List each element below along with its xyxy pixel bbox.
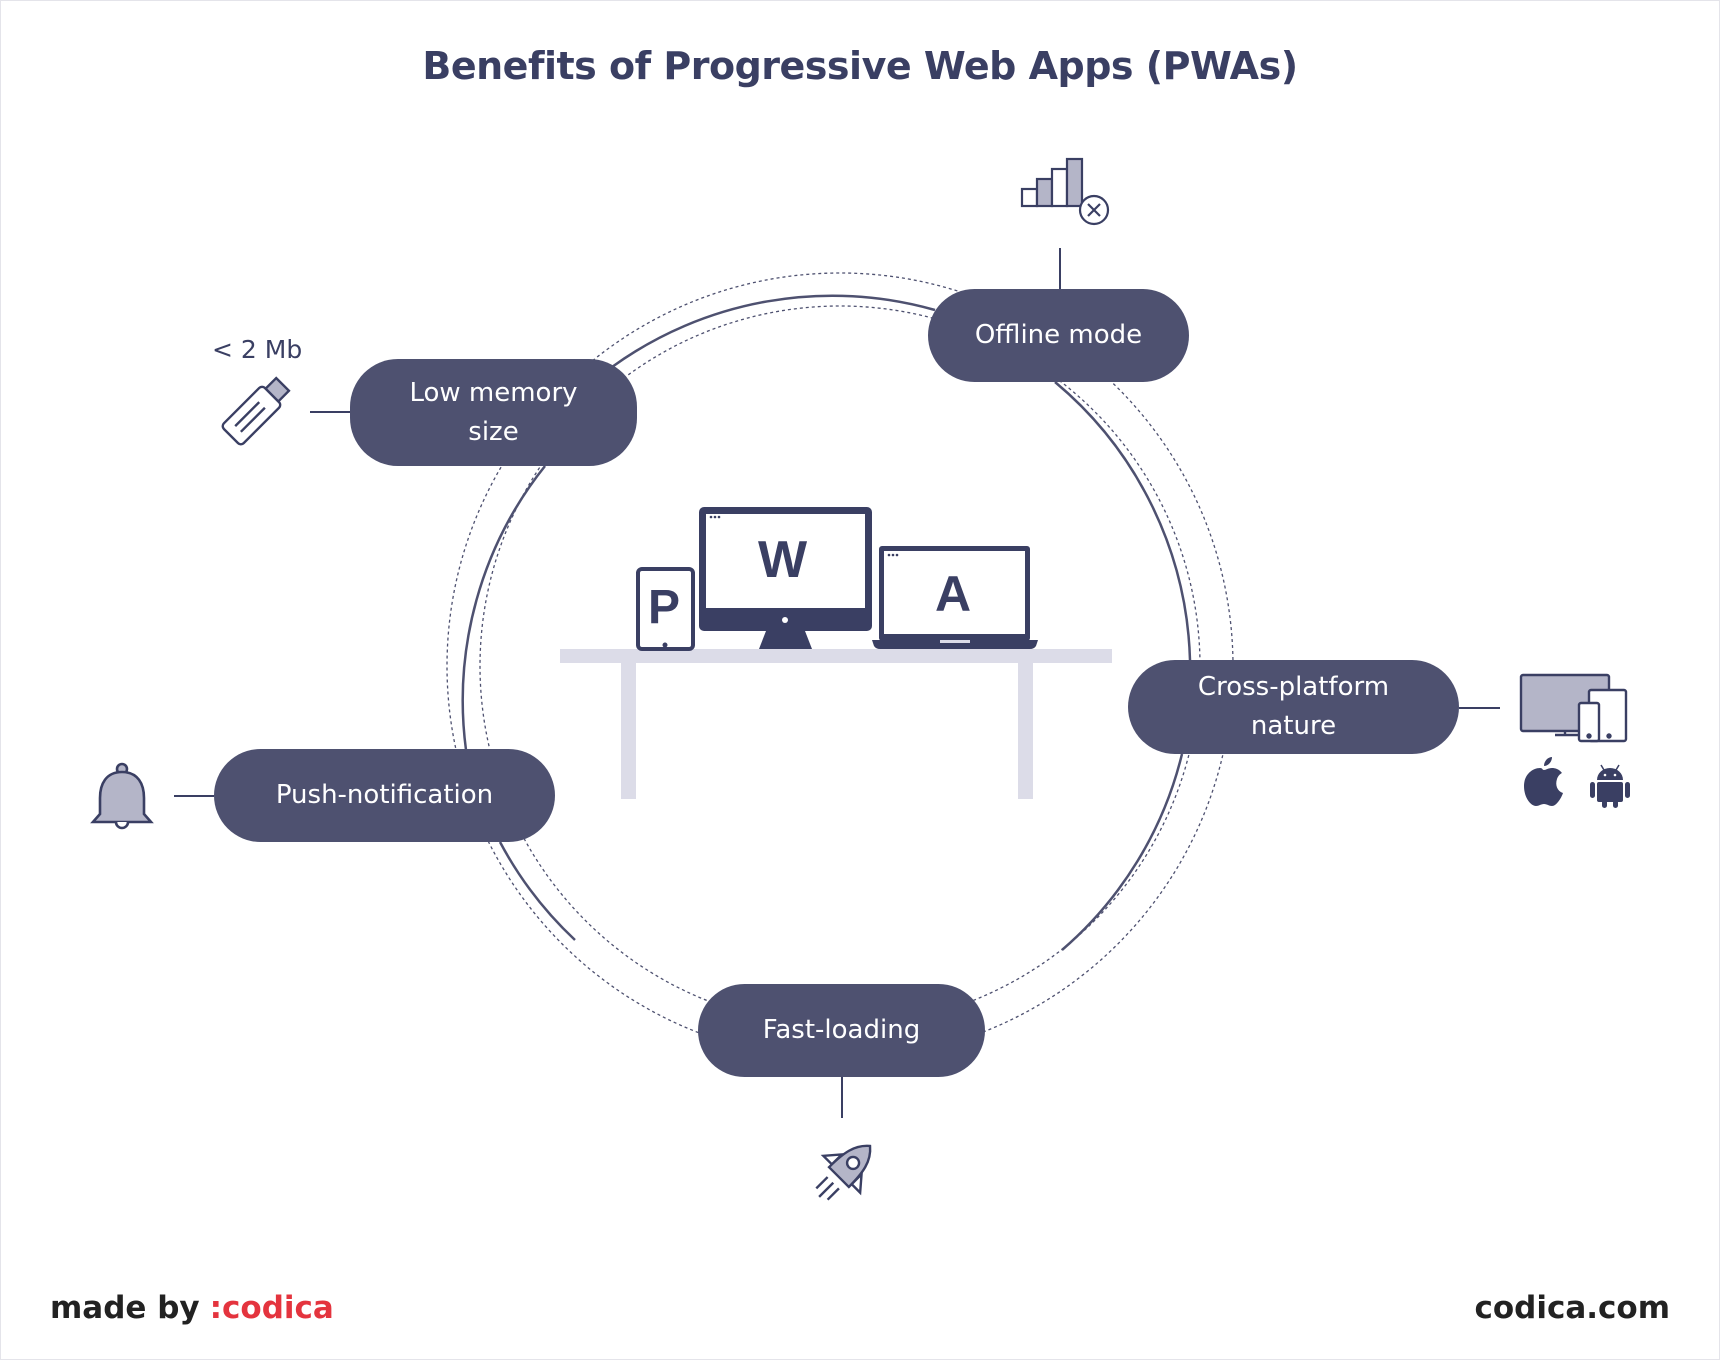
benefit-label-line2: nature — [1250, 711, 1337, 741]
made-by-text: made by — [50, 1290, 200, 1326]
desk — [560, 649, 1112, 799]
arc-cross-fast — [1061, 753, 1184, 951]
letter-a: A — [935, 566, 972, 622]
no-signal-icon — [1020, 157, 1110, 226]
benefit-label-line2: size — [468, 416, 519, 447]
bell-icon — [90, 762, 154, 830]
letter-w: W — [758, 531, 808, 589]
desk-leg-left — [621, 663, 636, 799]
diagram-canvas — [90, 157, 1630, 1201]
arc-offline-cross — [1054, 381, 1192, 661]
benefit-cross-platform: Cross-platform nature — [1128, 660, 1459, 754]
desk-top — [560, 649, 1112, 663]
multi-device-icon — [1519, 673, 1628, 743]
benefit-label-line1: Low memory — [409, 377, 578, 408]
usb-drive-icon — [221, 376, 291, 446]
benefit-push-notification: Push-notification — [214, 749, 555, 842]
rocket-icon — [815, 1144, 872, 1201]
desk-leg-right — [1018, 663, 1033, 799]
memory-size-note: < 2 Mb — [212, 335, 303, 364]
benefit-fast-loading: Fast-loading — [698, 984, 985, 1077]
codica-logo: :codica — [209, 1290, 334, 1326]
website-link[interactable]: codica.com — [1474, 1290, 1670, 1326]
benefit-low-memory: Low memory size — [350, 359, 637, 466]
arc-push-memory — [461, 465, 546, 751]
made-by-credit: made by:codica — [50, 1290, 334, 1326]
benefit-label-line1: Cross-platform — [1197, 672, 1390, 702]
benefit-label: Push-notification — [275, 780, 494, 810]
letter-p: P — [648, 581, 681, 634]
arc-push-fast — [498, 841, 576, 941]
benefit-label: Offline mode — [974, 320, 1143, 350]
benefit-offline-mode: Offline mode — [928, 289, 1189, 382]
apple-icon — [1524, 757, 1563, 806]
android-icon — [1590, 764, 1630, 808]
benefit-label: Fast-loading — [762, 1015, 921, 1045]
arc-memory-offline — [611, 294, 936, 369]
